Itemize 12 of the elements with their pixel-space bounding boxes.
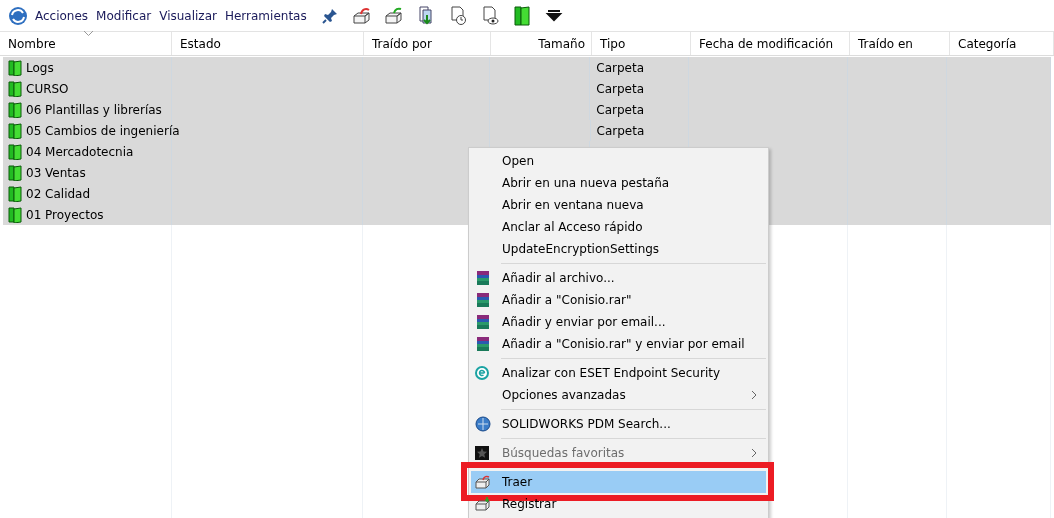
table-cell: Carpeta	[596, 81, 645, 96]
folder-name: 01 Proyectos	[26, 207, 104, 222]
folder-name: CURSO	[26, 81, 69, 96]
folder-name: 04 Mercadotecnia	[26, 144, 134, 159]
table-cell: Carpeta	[596, 102, 645, 117]
table-cell: Carpeta	[596, 60, 645, 75]
table-cell: Carpeta	[596, 123, 645, 138]
folder-name: 03 Ventas	[26, 165, 86, 180]
folder-name: 05 Cambios de ingeniería	[26, 123, 180, 138]
folder-name: 02 Calidad	[26, 186, 91, 201]
folder-name: 06 Plantillas y librerías	[26, 102, 162, 117]
folder-name: Logs	[26, 60, 54, 75]
